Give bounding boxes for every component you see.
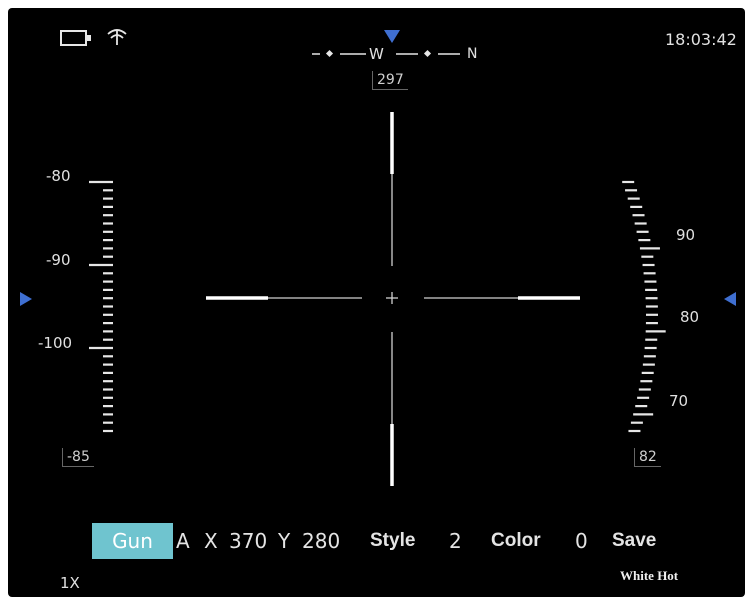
- style-value[interactable]: 2: [449, 523, 462, 559]
- clock-time: 18:03:42: [665, 30, 737, 49]
- right-scale-label: 90: [676, 226, 696, 244]
- save-button[interactable]: Save: [612, 523, 656, 559]
- x-label: X: [204, 529, 218, 553]
- color-value[interactable]: 0: [575, 523, 588, 559]
- crosshair-reticle: [206, 112, 580, 486]
- compass-label-w: W: [369, 45, 384, 63]
- left-scale-label: -80: [46, 167, 71, 185]
- compass-scale: [312, 49, 460, 58]
- left-scale-label: -100: [38, 334, 73, 352]
- y-label: Y: [278, 529, 291, 553]
- compass-label-n: N: [467, 46, 478, 62]
- right-pointer: [724, 292, 736, 306]
- wifi-icon: [106, 28, 128, 50]
- profile-value[interactable]: A: [176, 523, 190, 559]
- left-scale-label: -90: [46, 251, 71, 269]
- viewfinder-screen: 18:03:42 W N 297 -80 -90 -100 -85 90 80 …: [8, 8, 745, 597]
- x-value[interactable]: 370: [229, 523, 267, 559]
- right-scale-label: 80: [680, 308, 700, 326]
- compass-indicator: [384, 30, 400, 43]
- left-pointer: [20, 292, 32, 306]
- style-label[interactable]: Style: [370, 523, 415, 559]
- zoom-level: 1X: [60, 574, 80, 592]
- left-scale-value: -85: [62, 448, 94, 467]
- mode-button-gun[interactable]: Gun: [92, 523, 173, 559]
- color-label[interactable]: Color: [491, 523, 541, 559]
- palette-name: White Hot: [620, 568, 679, 583]
- compass-heading: 297: [372, 71, 408, 90]
- y-value[interactable]: 280: [302, 523, 340, 559]
- right-scale-label: 70: [669, 392, 689, 410]
- right-scale-value: 82: [634, 448, 661, 467]
- left-scale: [89, 180, 113, 433]
- battery-icon: [60, 30, 92, 50]
